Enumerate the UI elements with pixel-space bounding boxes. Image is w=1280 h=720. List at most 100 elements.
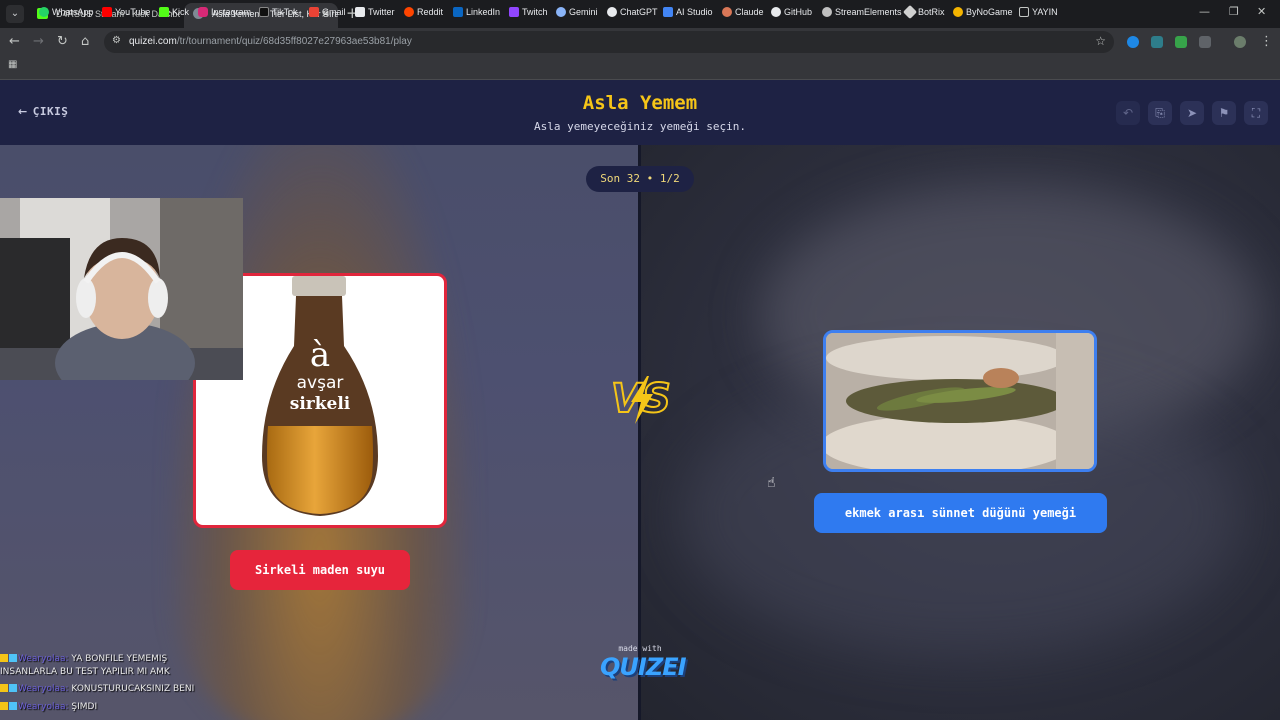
chat-username: Wearyolaa: <box>18 654 69 664</box>
bookmark-label: Twitch <box>522 7 548 17</box>
extension-icon[interactable] <box>1175 36 1187 48</box>
reddit-icon <box>404 7 414 17</box>
bookmark-bynogame[interactable]: ByNoGame <box>953 5 1013 19</box>
bookmark-label: YouTube <box>115 7 151 17</box>
badge-icon <box>9 684 17 692</box>
page-title: Asla Yemem <box>582 92 698 114</box>
restore-icon[interactable]: ❐ <box>1229 5 1239 18</box>
bookmark-label: AI Studio <box>676 7 713 17</box>
bookmark-github[interactable]: GitHub <box>771 5 812 19</box>
center-divider <box>638 145 641 720</box>
close-window-icon[interactable]: ✕ <box>1257 5 1266 18</box>
chat-text: YA BONFILE YEMEMIŞ <box>71 654 168 664</box>
bookmark-twitch[interactable]: Twitch <box>509 5 548 19</box>
chat-text: KONUSTURUCAKSINIZ BENI <box>71 684 195 694</box>
sandwich-photo <box>826 333 1094 469</box>
undo-icon[interactable]: ↶ <box>1116 101 1140 125</box>
bookmark-tiktok[interactable]: TikTok <box>259 5 298 19</box>
url-host: quizei.com <box>129 36 177 47</box>
streamelements-icon <box>822 7 832 17</box>
whatsapp-icon <box>39 7 49 17</box>
option-label-left-button[interactable]: Sirkeli maden suyu <box>230 550 410 590</box>
quiz-header: ← ÇIKIŞ Asla Yemem Asla yemeyeceğiniz yem… <box>0 80 1280 145</box>
send-icon[interactable]: ➤ <box>1180 101 1204 125</box>
share-link-icon[interactable]: ⎘ <box>1148 101 1172 125</box>
bookmark-label: StreamElements <box>835 7 902 17</box>
chat-username: Wearyolaa: <box>18 684 69 694</box>
apps-grid-icon[interactable]: ▦ <box>8 60 18 70</box>
home-icon[interactable]: ⌂ <box>81 34 89 49</box>
bookmark-twitter[interactable]: Twitter <box>355 5 395 19</box>
bookmark-label: Claude <box>735 7 764 17</box>
bookmark-star-icon[interactable]: ☆ <box>1095 34 1106 48</box>
instagram-icon <box>198 7 208 17</box>
option-label-right-button[interactable]: ekmek arası sünnet düğünü yemeği <box>814 493 1107 533</box>
webcam-scene <box>0 198 243 380</box>
bookmark-gmail[interactable]: Gmail <box>309 5 346 19</box>
reload-icon[interactable]: ↻ <box>57 34 68 49</box>
bookmark-youtube[interactable]: YouTube <box>102 5 150 19</box>
url-text: quizei.com/tr/tournament/quiz/68d35ff802… <box>129 36 412 47</box>
menu-kebab-icon[interactable]: ⋮ <box>1260 34 1273 49</box>
profile-avatar[interactable] <box>1234 36 1246 48</box>
chat-message: Wearyolaa: YA BONFILE YEMEMIŞ <box>0 654 167 664</box>
bookmark-chatgpt[interactable]: ChatGPT <box>607 5 658 19</box>
mouse-cursor-icon: ☝ <box>767 475 776 491</box>
folder-icon <box>1019 7 1029 17</box>
browser-chrome: ⌄ D4RSUS Stream - Kick Dashboard × Asla … <box>0 0 1280 80</box>
bookmark-gemini[interactable]: Gemini <box>556 5 598 19</box>
bookmark-label: YAYIN <box>1032 7 1058 17</box>
badge-icon <box>9 654 17 662</box>
bookmark-label: Twitter <box>368 7 395 17</box>
bookmark-streamelements[interactable]: StreamElements <box>822 5 902 19</box>
bookmark-folder-yayin[interactable]: YAYIN <box>1019 5 1058 19</box>
extension-icon[interactable] <box>1127 36 1139 48</box>
bookmark-claude[interactable]: Claude <box>722 5 764 19</box>
bookmark-label: TikTok <box>272 7 298 17</box>
bookmark-instagram[interactable]: Instagram <box>198 5 251 19</box>
chat-username: Wearyolaa: <box>18 702 69 712</box>
bynogame-icon <box>953 7 963 17</box>
fullscreen-icon[interactable]: ⛶ <box>1244 101 1268 125</box>
made-with-label: made with <box>618 644 662 653</box>
chatgpt-icon <box>607 7 617 17</box>
bookmark-label: Gmail <box>322 7 346 17</box>
extensions-puzzle-icon[interactable] <box>1199 36 1211 48</box>
svg-text:à: à <box>310 335 330 375</box>
bookmark-reddit[interactable]: Reddit <box>404 5 443 19</box>
url-path: /tr/tournament/quiz/68d35ff8027e27963ae5… <box>176 36 412 47</box>
bookmark-label: WhatsApp <box>52 7 94 17</box>
sub-badge-icon <box>0 654 8 662</box>
quizei-logo: QUIZEI <box>600 653 687 681</box>
minimize-icon[interactable]: — <box>1199 5 1210 18</box>
streamer-webcam <box>0 198 243 380</box>
option-image-right[interactable] <box>823 330 1097 472</box>
site-info-icon[interactable]: ⚙ <box>112 35 121 46</box>
bookmark-label: ByNoGame <box>966 7 1013 17</box>
round-badge: Son 32 • 1/2 <box>586 166 694 192</box>
quiz-page: ← ÇIKIŞ Asla Yemem Asla yemeyeceğiniz yem… <box>0 80 1280 720</box>
page-subtitle: Asla yemeyeceğiniz yemeği seçin. <box>534 120 746 133</box>
bookmark-ai-studio[interactable]: AI Studio <box>663 5 713 19</box>
chat-message-continued: INSANLARLA BU TEST YAPILIR MI AMK <box>0 667 170 677</box>
bookmark-botrix[interactable]: BotRix <box>902 4 945 20</box>
bottle-brand-text: avşar <box>297 373 344 393</box>
bookmark-kick[interactable]: Kick <box>159 5 189 19</box>
extension-icon[interactable] <box>1151 36 1163 48</box>
made-with-quizei[interactable]: made with QUIZEI <box>600 644 687 681</box>
badge-icon <box>9 702 17 710</box>
bookmark-linkedin[interactable]: LinkedIn <box>453 5 500 19</box>
gmail-icon <box>309 7 319 17</box>
bookmark-label: Gemini <box>569 7 598 17</box>
back-icon[interactable]: ← <box>9 34 20 49</box>
bottle-sub-text: sirkeli <box>290 394 351 414</box>
botrix-icon <box>902 4 918 20</box>
claude-icon <box>722 7 732 17</box>
bookmark-whatsapp[interactable]: WhatsApp <box>39 5 94 19</box>
address-bar[interactable]: ⚙ quizei.com/tr/tournament/quiz/68d35ff8… <box>104 31 1114 53</box>
report-flag-icon[interactable]: ⚑ <box>1212 101 1236 125</box>
tab-search-icon[interactable]: ⌄ <box>6 5 24 23</box>
forward-icon[interactable]: → <box>33 34 44 49</box>
chat-message: Wearyolaa: ŞIMDI <box>0 702 97 712</box>
vs-lightning-icon: VS <box>610 375 672 424</box>
